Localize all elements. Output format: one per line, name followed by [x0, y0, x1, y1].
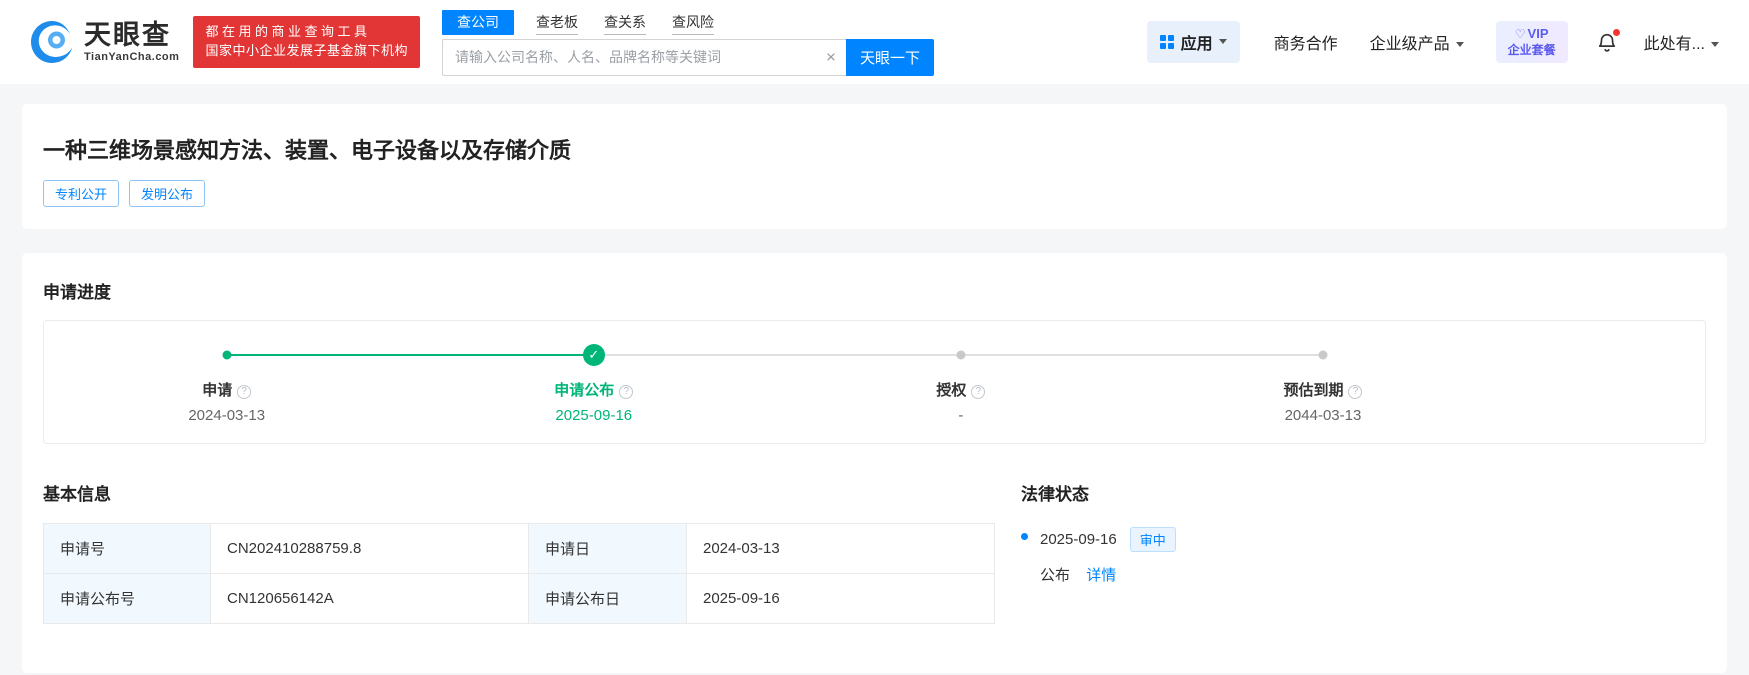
- search-tab-risk[interactable]: 查风险: [671, 14, 714, 35]
- heart-icon: ♡: [1514, 26, 1526, 41]
- info-value: CN202410288759.8: [210, 523, 529, 574]
- slogan-badge: 都在用的商业查询工具 国家中小企业发展子基金旗下机构: [193, 16, 420, 68]
- list-item: 2025-09-16 审中 公布 详情: [1021, 527, 1706, 585]
- main-content: 一种三维场景感知方法、装置、电子设备以及存储介质 专利公开 发明公布 申请进度 …: [0, 84, 1749, 673]
- timeline-segment: [593, 354, 961, 356]
- slogan-line2: 国家中小企业发展子基金旗下机构: [205, 43, 408, 58]
- help-icon[interactable]: ?: [237, 385, 252, 399]
- search-input[interactable]: [441, 38, 846, 76]
- more-menu[interactable]: 此处有...: [1644, 30, 1719, 54]
- slogan-line1: 都在用的商业查询工具: [205, 24, 371, 40]
- status-event: 公布: [1040, 567, 1071, 584]
- status-date: 2025-09-16: [1040, 531, 1117, 548]
- detail-link[interactable]: 详情: [1086, 567, 1116, 584]
- info-label: 申请日: [528, 523, 687, 574]
- grid-icon: [1159, 34, 1174, 49]
- search-tab-boss[interactable]: 查老板: [535, 14, 578, 35]
- timeline-step: 授权? -: [851, 379, 1071, 424]
- chevron-down-icon: [1711, 42, 1719, 48]
- section-title-application-progress: 申请进度: [43, 283, 111, 302]
- apps-button[interactable]: 应用: [1146, 20, 1240, 63]
- step-dot: [956, 350, 966, 360]
- brand-domain: TianYanCha.com: [84, 50, 180, 63]
- check-icon: ✓: [582, 344, 605, 366]
- legal-status-section: 法律状态 2025-09-16 审中 公布 详情: [1021, 480, 1706, 624]
- step-dot: [222, 350, 232, 360]
- status-bullet-icon: [1021, 533, 1028, 540]
- tag-patent-public: 专利公开: [43, 180, 120, 207]
- info-label: 申请公布日: [528, 573, 687, 624]
- info-value: CN120656142A: [210, 573, 529, 624]
- info-value: 2024-03-13: [686, 523, 995, 574]
- step-dot: [1318, 350, 1328, 360]
- more-menu-label: 此处有...: [1643, 35, 1705, 53]
- business-cooperation-link[interactable]: 商务合作: [1274, 30, 1338, 54]
- enterprise-products-link[interactable]: 企业级产品: [1370, 30, 1464, 54]
- search-tab-company[interactable]: 查公司: [441, 9, 514, 35]
- vip-badge[interactable]: ♡ VIP 企业套餐: [1495, 20, 1568, 64]
- timeline-segment: [960, 354, 1323, 356]
- timeline-step: 申请? 2024-03-13: [117, 379, 337, 424]
- timeline-step: 申请公布? 2025-09-16: [484, 379, 704, 424]
- timeline-step: 预估到期? 2044-03-13: [1213, 379, 1433, 424]
- info-label: 申请号: [43, 523, 211, 574]
- step-date: 2025-09-16: [555, 407, 633, 424]
- step-date: 2024-03-13: [188, 407, 266, 424]
- timeline-segment: [226, 354, 594, 356]
- chevron-down-icon: [1218, 39, 1227, 45]
- help-icon[interactable]: ?: [1348, 385, 1363, 399]
- step-date: 2044-03-13: [1284, 407, 1362, 424]
- search-button[interactable]: 天眼一下: [845, 38, 934, 76]
- table-row: 申请公布号 CN120656142A 申请公布日 2025-09-16: [43, 573, 995, 624]
- patent-title: 一种三维场景感知方法、装置、电子设备以及存储介质: [43, 138, 572, 163]
- step-date: -: [958, 407, 964, 424]
- vip-plan-label: 企业套餐: [1507, 42, 1556, 57]
- help-icon[interactable]: ?: [619, 385, 634, 399]
- apps-label: 应用: [1180, 35, 1213, 53]
- basic-info-table: 申请号 CN202410288759.8 申请日 2024-03-13 申请公布…: [43, 523, 995, 624]
- table-row: 申请号 CN202410288759.8 申请日 2024-03-13: [43, 523, 995, 574]
- top-header: 天眼查 TianYanCha.com 都在用的商业查询工具 国家中小企业发展子基…: [0, 0, 1749, 84]
- info-value: 2025-09-16: [686, 573, 995, 624]
- application-progress-timeline: ✓ 申请? 2024-03-13 申请公布? 2025-09-16 授权? - …: [43, 320, 1706, 444]
- brand-name: 天眼查: [84, 20, 171, 51]
- patent-detail-card: 申请进度 ✓ 申请? 2024-03-13 申请公布? 2025-09-16 授…: [22, 253, 1727, 673]
- notification-bell-icon[interactable]: [1596, 28, 1620, 53]
- tianyancha-logo-icon: [31, 21, 73, 63]
- basic-info-section: 基本信息 申请号 CN202410288759.8 申请日 2024-03-13…: [43, 480, 995, 624]
- section-title-legal-status: 法律状态: [1021, 485, 1089, 504]
- status-badge: 审中: [1129, 527, 1176, 552]
- chevron-down-icon: [1455, 42, 1464, 48]
- help-icon[interactable]: ?: [971, 385, 986, 399]
- tianyancha-logo[interactable]: 天眼查 TianYanCha.com: [28, 18, 179, 66]
- search-area: 查公司 查老板 查关系 查风险 × 天眼一下: [441, 9, 934, 76]
- section-title-basic-info: 基本信息: [43, 485, 111, 504]
- search-tabs: 查公司 查老板 查关系 查风险: [441, 9, 934, 35]
- clear-icon[interactable]: ×: [826, 49, 836, 66]
- tag-invention-publication: 发明公布: [129, 180, 206, 207]
- notification-dot: [1612, 28, 1620, 36]
- vip-label: VIP: [1527, 25, 1549, 41]
- info-label: 申请公布号: [43, 573, 211, 624]
- enterprise-products-label: 企业级产品: [1369, 35, 1450, 53]
- search-tab-relation[interactable]: 查关系: [603, 14, 646, 35]
- patent-header-card: 一种三维场景感知方法、装置、电子设备以及存储介质 专利公开 发明公布: [22, 104, 1727, 229]
